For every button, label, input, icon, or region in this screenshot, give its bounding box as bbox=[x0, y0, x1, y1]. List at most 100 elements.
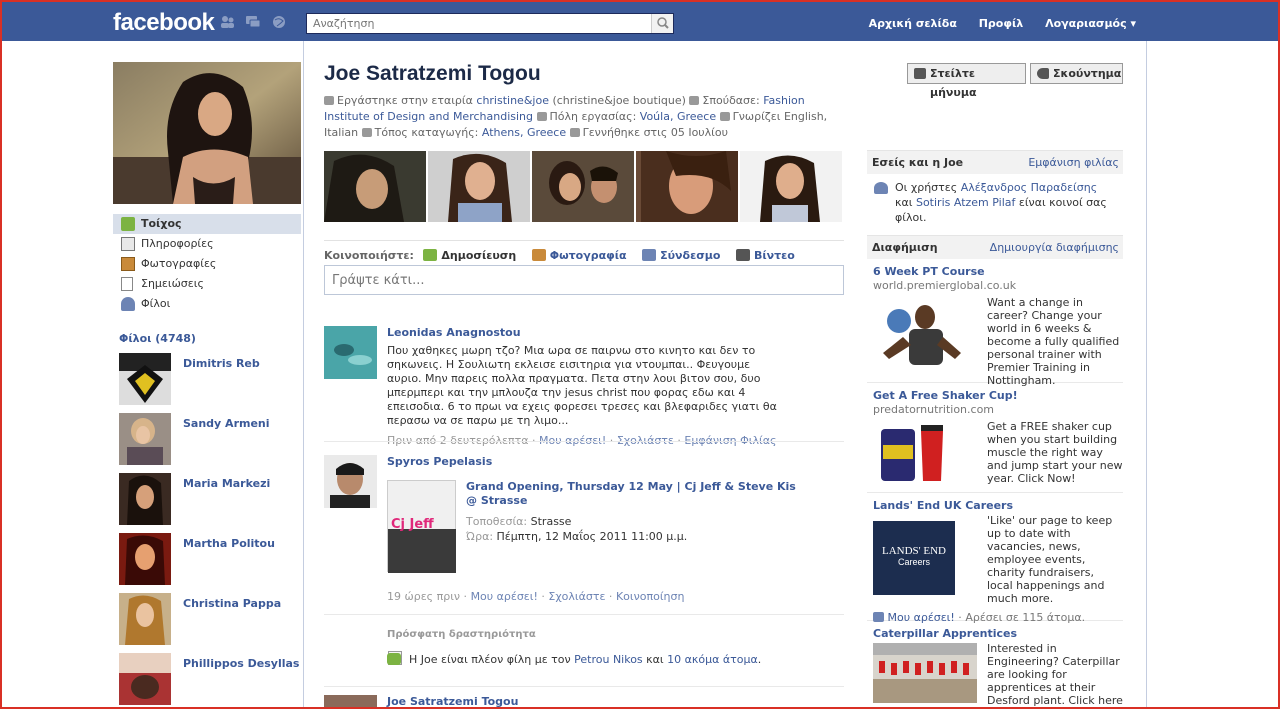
friend-avatar bbox=[119, 533, 171, 585]
video-icon bbox=[735, 249, 750, 261]
mutual-friends-text: Οι χρήστες Αλέξανδρος Παραδείσης και Sot… bbox=[867, 174, 1123, 235]
photo-thumbnail[interactable] bbox=[428, 151, 530, 222]
profile-picture[interactable] bbox=[113, 62, 301, 204]
divider bbox=[324, 441, 844, 442]
poke-button[interactable]: Σκούντημα bbox=[1030, 63, 1123, 84]
friends-list: Dimitris Reb Sandy Armeni Maria Markezi … bbox=[113, 347, 301, 707]
nav-photos[interactable]: Φωτογραφίες bbox=[113, 254, 301, 274]
top-navigation: Αρχική σελίδα Προφίλ Λογαριασμός ▾ bbox=[851, 17, 1136, 30]
share-photo-tab[interactable]: Φωτογραφία bbox=[531, 249, 627, 262]
friend-item[interactable]: Sandy Armeni bbox=[119, 407, 301, 467]
photo-icon bbox=[531, 249, 546, 261]
message-icon bbox=[914, 68, 926, 79]
friend-avatar bbox=[119, 653, 171, 705]
company-link[interactable]: christine&joe bbox=[476, 94, 549, 107]
new-friend-link[interactable]: Petrou Nikos bbox=[574, 653, 643, 666]
friends-icon bbox=[874, 182, 888, 194]
profile-info: Εργάστηκε στην εταιρία christine&joe (ch… bbox=[324, 94, 828, 139]
main-column: Joe Satratzemi Togou Εργάστηκε στην εται… bbox=[324, 62, 844, 709]
nav-account-menu[interactable]: Λογαριασμός ▾ bbox=[1045, 17, 1136, 30]
notifications-icon[interactable] bbox=[271, 15, 287, 29]
comment-link[interactable]: Σχολιάστε bbox=[548, 590, 605, 603]
ad-item[interactable]: Caterpillar Apprentices Interested in En… bbox=[867, 621, 1123, 707]
author-avatar[interactable] bbox=[324, 695, 377, 709]
friends-icon bbox=[121, 297, 135, 311]
author-avatar[interactable] bbox=[324, 326, 377, 379]
city-icon bbox=[536, 112, 547, 121]
photo-strip bbox=[324, 151, 844, 222]
divider bbox=[324, 686, 844, 687]
photo-thumbnail[interactable] bbox=[532, 151, 634, 222]
birthday-icon bbox=[569, 128, 580, 137]
education-icon bbox=[689, 96, 700, 105]
friend-item[interactable]: Dimitris Reb bbox=[119, 347, 301, 407]
friend-item[interactable]: Phillippos Desyllas bbox=[119, 647, 301, 707]
mutual-friend-link[interactable]: Αλέξανδρος Παραδείσης bbox=[961, 181, 1097, 194]
search-button[interactable] bbox=[651, 14, 673, 33]
event-poster[interactable]: Cj Jeff bbox=[387, 480, 456, 573]
nav-info[interactable]: Πληροφορίες bbox=[113, 234, 301, 254]
see-friendship-link[interactable]: Εμφάνιση φιλίας bbox=[1028, 151, 1119, 175]
photo-thumbnail[interactable] bbox=[324, 151, 426, 222]
ads-header: Διαφήμιση Δημιουργία διαφήμισης bbox=[867, 235, 1123, 259]
nav-home-link[interactable]: Αρχική σελίδα bbox=[869, 17, 957, 30]
status-composer-input[interactable]: Γράψτε κάτι... bbox=[324, 265, 844, 295]
poke-icon bbox=[1037, 68, 1049, 79]
messages-icon[interactable] bbox=[245, 15, 261, 29]
ad-image[interactable] bbox=[873, 297, 969, 371]
story-author-link[interactable]: Spyros Pepelasis bbox=[387, 455, 787, 468]
mutual-friend-link[interactable]: Sotiris Atzem Pilaf bbox=[916, 196, 1015, 209]
create-ad-link[interactable]: Δημιουργία διαφήμισης bbox=[990, 236, 1119, 260]
status-icon bbox=[423, 249, 438, 261]
ad-logo[interactable]: LANDS' END Careers bbox=[873, 521, 955, 595]
photo-thumbnail[interactable] bbox=[740, 151, 842, 222]
search-icon bbox=[657, 17, 669, 29]
language-icon bbox=[719, 112, 730, 121]
more-friends-link[interactable]: 10 ακόμα άτομα bbox=[667, 653, 758, 666]
hometown-link[interactable]: Athens, Greece bbox=[482, 126, 566, 139]
friends-heading[interactable]: Φίλοι (4748) bbox=[113, 332, 301, 345]
facebook-logo[interactable]: facebook bbox=[113, 9, 215, 37]
author-avatar[interactable] bbox=[324, 455, 377, 508]
ad-item[interactable]: Lands' End UK Careers LANDS' END Careers… bbox=[867, 493, 1123, 624]
friend-item[interactable]: Christina Pappa bbox=[119, 587, 301, 647]
city-link[interactable]: Voúla, Greece bbox=[640, 110, 716, 123]
ad-title-link[interactable]: Caterpillar Apprentices bbox=[873, 627, 1117, 640]
share-video-tab[interactable]: Βίντεο bbox=[735, 249, 795, 262]
event-details: Τοποθεσία: Strasse Ώρα: Πέμπτη, 12 Μαΐος… bbox=[466, 515, 688, 543]
ad-item[interactable]: 6 Week PT Course world.premierglobal.co.… bbox=[867, 259, 1123, 387]
right-column: Εσείς και η Joe Εμφάνιση φιλίας Οι χρήστ… bbox=[867, 150, 1123, 707]
ad-image[interactable] bbox=[873, 643, 977, 703]
friend-item[interactable]: Maria Markezi bbox=[119, 467, 301, 527]
nav-friends[interactable]: Φίλοι bbox=[113, 294, 301, 314]
ad-title-link[interactable]: Get A Free Shaker Cup! bbox=[873, 389, 1117, 402]
notes-icon bbox=[121, 277, 133, 291]
story-text: Που χαθηκες μωρη τζο? Μια ωρα σε παιρνω … bbox=[387, 344, 777, 427]
friendship-icon bbox=[387, 653, 401, 665]
story-author-link[interactable]: Joe Satratzemi Togou bbox=[387, 695, 787, 708]
friend-avatar bbox=[119, 353, 171, 405]
nav-profile-link[interactable]: Προφίλ bbox=[979, 17, 1024, 30]
ad-item[interactable]: Get A Free Shaker Cup! predatornutrition… bbox=[867, 383, 1123, 493]
ad-title-link[interactable]: Lands' End UK Careers bbox=[873, 499, 1117, 512]
wall-icon bbox=[121, 217, 135, 231]
search-input[interactable] bbox=[307, 14, 645, 33]
friend-requests-icon[interactable] bbox=[219, 15, 235, 29]
like-link[interactable]: Μου αρέσει! bbox=[471, 590, 538, 603]
ad-image[interactable] bbox=[873, 421, 969, 485]
send-message-button[interactable]: Στείλτε μήνυμα bbox=[907, 63, 1026, 99]
nav-wall[interactable]: Τοίχος bbox=[113, 214, 301, 234]
profile-nav: Τοίχος Πληροφορίες Φωτογραφίες Σημειώσει… bbox=[113, 214, 301, 314]
share-status-tab[interactable]: Δημοσίευση bbox=[423, 249, 516, 262]
friend-item[interactable]: Martha Politou bbox=[119, 527, 301, 587]
divider bbox=[324, 614, 844, 615]
photo-thumbnail[interactable] bbox=[636, 151, 738, 222]
share-link[interactable]: Κοινοποίηση bbox=[616, 590, 685, 603]
ad-title-link[interactable]: 6 Week PT Course bbox=[873, 265, 1117, 278]
story-author-link[interactable]: Leonidas Anagnostou bbox=[387, 326, 787, 339]
recent-activity-item: Η Joe είναι πλέον φίλη με τον Petrou Nik… bbox=[387, 653, 807, 666]
share-link-tab[interactable]: Σύνδεσμο bbox=[642, 249, 720, 262]
friend-avatar bbox=[119, 473, 171, 525]
event-title-link[interactable]: Grand Opening, Thursday 12 May | Cj Jeff… bbox=[466, 480, 796, 508]
nav-notes[interactable]: Σημειώσεις bbox=[113, 274, 301, 294]
